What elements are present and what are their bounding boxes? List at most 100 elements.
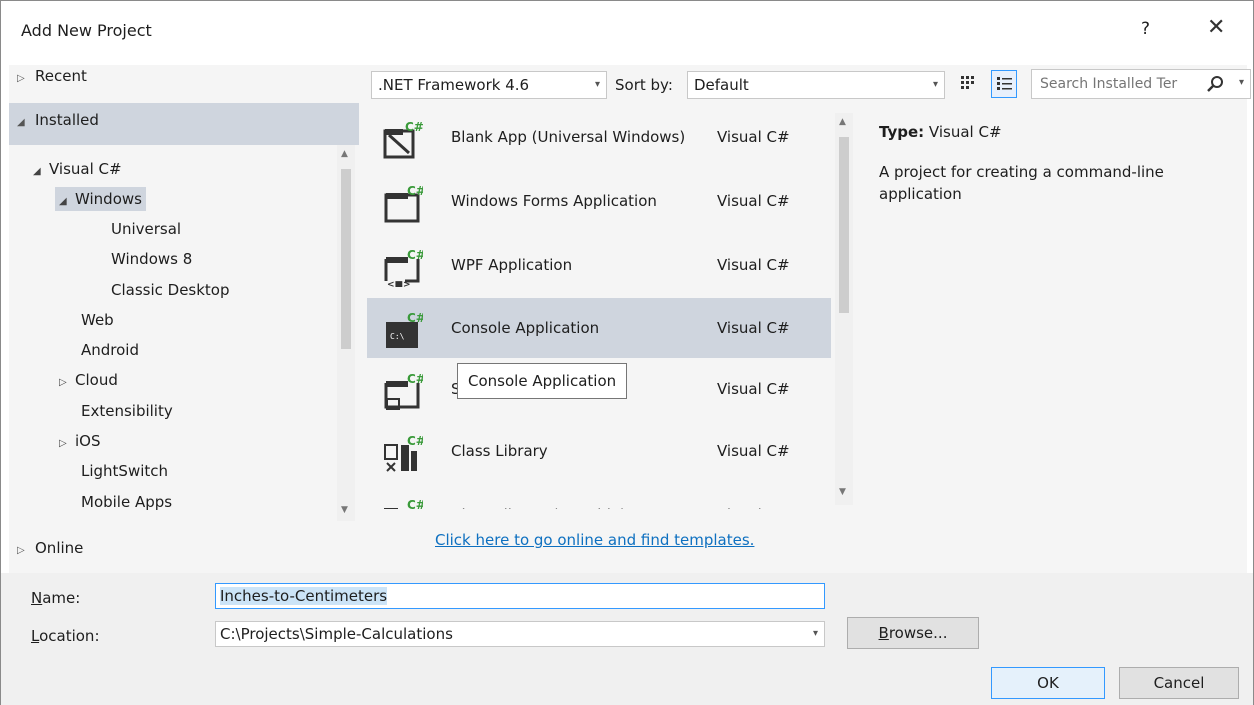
framework-value: .NET Framework 4.6 [378,76,530,94]
template-scrollbar-thumb[interactable] [839,137,849,313]
cancel-button[interactable]: Cancel [1119,667,1239,699]
tree-item-windows[interactable]: ◢ Windows [55,187,146,211]
tree-item-label: Android [81,341,139,359]
list-view-button[interactable] [991,70,1017,98]
chevron-down-icon[interactable]: ▾ [1239,77,1244,88]
tree-item-universal[interactable]: Universal [111,217,181,241]
tree-item-windows-8[interactable]: Windows 8 [111,247,192,271]
tree-item-label: Classic Desktop [111,281,230,299]
template-name: Windows Forms Application [451,192,657,210]
location-dropdown[interactable]: C:\Projects\Simple-Calculations ▾ [215,621,825,647]
tree-item-label: Visual C# [49,160,122,178]
tree-item-ios[interactable]: ▷ iOS [59,429,101,453]
location-label: Location: [31,627,100,645]
sort-dropdown[interactable]: Default ▾ [687,71,945,99]
list-view-icon [997,77,1012,90]
service-template-icon: C# [384,372,423,410]
tree-item-label: LightSwitch [81,462,169,480]
ok-button[interactable]: OK [991,667,1105,699]
nav-online[interactable]: ▷ Online [17,539,83,561]
template-description: A project for creating a command-line ap… [879,163,1164,203]
search-box[interactable]: ▾ [1031,69,1251,99]
project-name-field[interactable]: Inches-to-Centimeters [215,583,825,609]
search-icon[interactable] [1206,75,1224,93]
template-row-windows-forms[interactable]: C# Windows Forms Application Visual C# [367,171,831,231]
template-tooltip: Console Application [457,363,628,399]
svg-text:C#: C# [407,311,423,325]
template-list-scrollbar[interactable]: ▲ ▼ [835,113,853,505]
template-name: Class Library [451,442,548,460]
browse-label: rowse... [888,624,948,642]
svg-text:C#: C# [407,248,423,262]
chevron-down-icon: ▾ [812,628,818,639]
find-online-templates-link[interactable]: Click here to go online and find templat… [435,531,754,549]
svg-text:<■>: <■> [387,280,411,287]
type-value: Visual C# [928,123,1002,141]
template-name: Class Library (Portable) [451,485,626,509]
location-value: C:\Projects\Simple-Calculations [220,625,453,643]
scroll-up-icon[interactable]: ▲ [341,149,348,159]
tree-item-label: iOS [75,432,101,450]
title-bar: Add New Project ? ✕ [1,1,1253,65]
scroll-up-icon[interactable]: ▲ [839,117,846,127]
template-name: Console Application [451,319,600,337]
svg-text:C#: C# [407,184,423,198]
tree-scrollbar-thumb[interactable] [341,169,351,349]
name-label-text: ame: [42,589,81,607]
dialog-title: Add New Project [21,21,152,40]
tree-scrollbar[interactable]: ▲ ▼ [337,145,355,521]
small-icons-icon [961,76,974,89]
tree-item-label: Cloud [75,371,118,389]
search-input[interactable] [1032,70,1196,98]
universal-app-template-icon: C# [383,120,423,159]
template-name: WPF Application [451,256,573,274]
location-label-accesskey: L [31,627,40,645]
nav-recent[interactable]: ▷ Recent [17,67,87,89]
windows-forms-template-icon: C# [384,184,423,223]
location-label-text: ocation: [39,627,100,645]
tree-item-lightswitch[interactable]: LightSwitch [81,459,168,483]
template-row-class-library-portable[interactable]: C# Class Library (Portable) Visual C# [367,485,831,509]
tree-item-mobile-apps[interactable]: Mobile Apps [81,490,172,514]
tree-item-cloud[interactable]: ▷ Cloud [59,368,118,392]
tree-item-extensibility[interactable]: Extensibility [81,399,173,423]
browse-button[interactable]: Browse... [847,617,979,649]
sort-value: Default [694,76,749,94]
collapse-arrow-icon: ◢ [59,196,67,207]
name-label-accesskey: N [31,589,43,607]
name-label: Name: [31,589,80,607]
nav-online-label: Online [35,539,84,557]
close-button[interactable]: ✕ [1207,15,1225,40]
svg-text:C#: C# [405,120,423,134]
scroll-down-icon[interactable]: ▼ [341,505,348,515]
tree-item-classic-desktop[interactable]: Classic Desktop [111,278,230,302]
scroll-down-icon[interactable]: ▼ [839,487,846,497]
browse-accesskey: B [878,624,889,642]
nav-installed-label: Installed [35,111,99,129]
collapse-arrow-icon: ◢ [33,166,41,177]
tree-item-web[interactable]: Web [81,308,114,332]
wpf-template-icon: <■> C# [384,248,423,287]
template-row-blank-app[interactable]: C# Blank App (Universal Windows) Visual … [367,107,831,167]
sort-by-label: Sort by: [615,76,673,94]
tree-item-android[interactable]: Android [81,338,139,362]
tree-item-label: Extensibility [81,402,173,420]
template-language: Visual C# [717,380,790,398]
tree-item-visual-csharp[interactable]: ◢ Visual C# [33,157,122,181]
console-template-icon: C:\ C# [386,311,423,348]
template-type: Type: Visual C# [879,123,1002,141]
framework-dropdown[interactable]: .NET Framework 4.6 ▾ [371,71,607,99]
nav-recent-label: Recent [35,67,87,85]
nav-installed[interactable]: ◢ Installed [17,111,99,133]
help-button[interactable]: ? [1141,19,1150,39]
add-new-project-dialog: Add New Project ? ✕ ▷ Recent ◢ Installed ◢… [0,0,1254,705]
template-name: Blank App (Universal Windows) [451,128,686,146]
template-row-class-library[interactable]: C# Class Library Visual C# [367,421,831,481]
small-icons-view-button[interactable] [955,70,981,98]
template-language: Visual C# [717,442,790,460]
portable-library-template-icon: C# [384,498,423,509]
expand-arrow-icon: ▷ [59,377,67,388]
template-row-wpf[interactable]: <■> C# WPF Application Visual C# [367,235,831,295]
template-row-console-application[interactable]: C:\ C# Console Application Visual C# [367,298,831,358]
expand-arrow-icon: ▷ [17,545,25,556]
